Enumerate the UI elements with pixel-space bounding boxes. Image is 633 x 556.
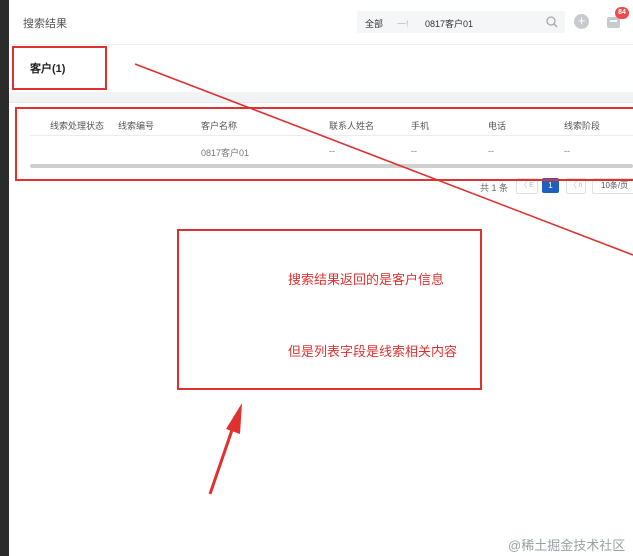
annotation-overlay (134, 63, 633, 495)
annotation-arrow-shaft (208, 429, 234, 495)
annotation-arrow-head (226, 403, 242, 434)
annotation-line (134, 63, 633, 256)
watermark: @稀土掘金技术社区 (508, 538, 626, 553)
